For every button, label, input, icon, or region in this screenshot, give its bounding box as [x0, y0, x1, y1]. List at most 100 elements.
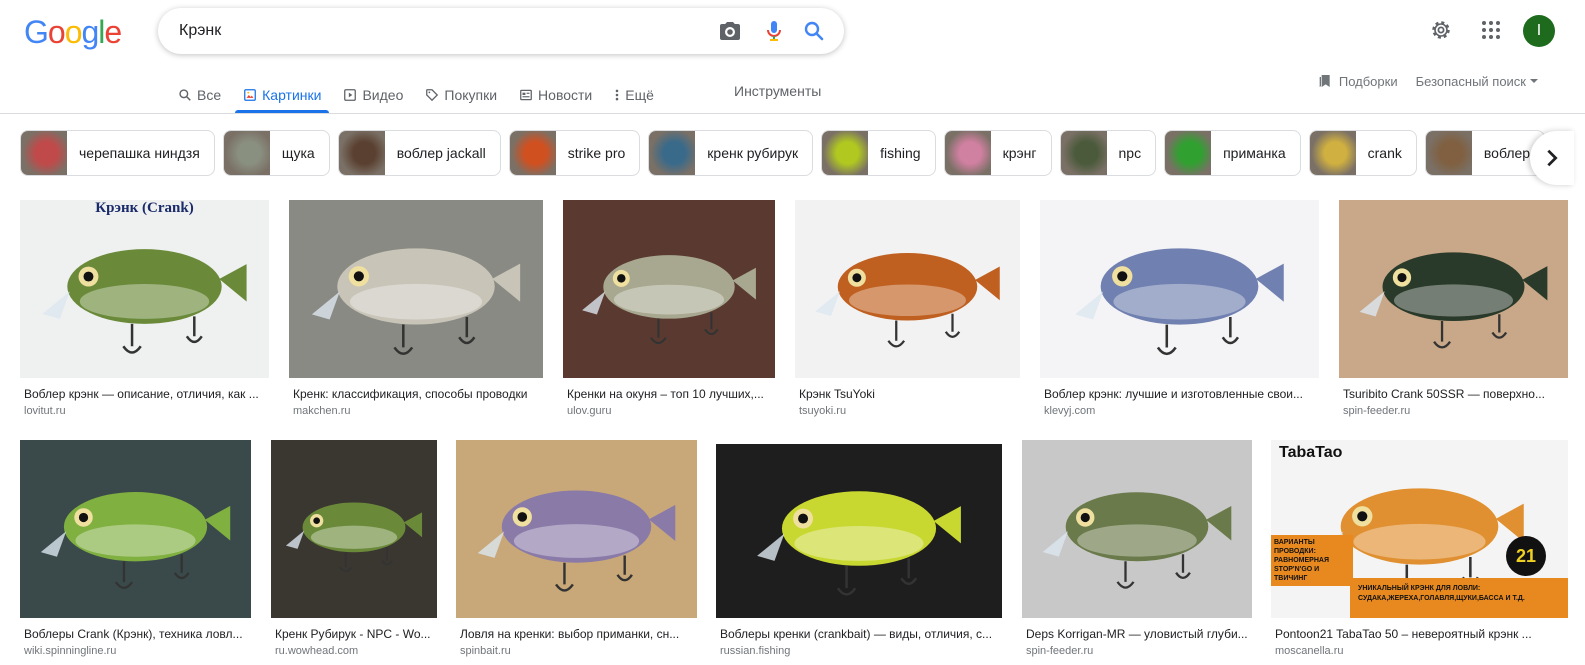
gear-icon[interactable]	[1429, 18, 1453, 42]
related-chip[interactable]: щука	[222, 130, 330, 176]
image-result[interactable]: Кренки на окуня – топ 10 лучших,... ulov.…	[563, 200, 775, 418]
chip-thumbnail	[1309, 131, 1356, 175]
camera-icon[interactable]	[718, 19, 742, 43]
image-result[interactable]: Кренк: классификация, способы проводки ma…	[289, 200, 543, 418]
image-result[interactable]: Кренк Рубирук - NPC - Wo... ru.wowhead.co…	[271, 440, 437, 658]
result-caption[interactable]: Deps Korrigan-MR — уловистый глуби...	[1026, 626, 1252, 642]
play-icon	[344, 89, 357, 101]
result-source: moscanella.ru	[1275, 645, 1344, 657]
result-source: ru.wowhead.com	[275, 645, 359, 657]
tab-label: Покупки	[444, 87, 498, 103]
tab-video[interactable]: Видео	[343, 78, 403, 112]
image-result[interactable]: Крэнк (Crank) Воблер крэнк — описание, от…	[20, 200, 269, 418]
image-result[interactable]: Воблеры кренки (crankbait) — виды, отлич…	[716, 444, 1002, 658]
microphone-icon[interactable]	[762, 19, 786, 43]
apps-grid-icon[interactable]	[1479, 18, 1503, 42]
result-caption[interactable]: Кренки на окуня – топ 10 лучших,...	[567, 386, 775, 402]
result-thumbnail[interactable]	[289, 200, 543, 378]
google-logo[interactable]: Google	[24, 14, 122, 51]
related-chip[interactable]: npc	[1059, 130, 1157, 176]
image-result[interactable]: Tsuribito Crank 50SSR — поверхно... spin-…	[1339, 200, 1568, 418]
more-vert-icon	[615, 89, 619, 101]
related-chip[interactable]: crank	[1308, 130, 1417, 176]
tab-news[interactable]: Новости	[519, 78, 592, 112]
collections-link[interactable]: Подборки	[1317, 73, 1398, 89]
result-thumbnail[interactable]	[716, 444, 1002, 618]
result-source: makchen.ru	[293, 405, 351, 417]
image-result[interactable]: Воблер крэнк: лучшие и изготовленные сво…	[1040, 200, 1319, 418]
result-caption[interactable]: Кренк Рубирук - NPC - Wo...	[275, 626, 437, 642]
related-chip[interactable]: воблер jackall	[337, 130, 501, 176]
related-chip[interactable]: воблер	[1424, 130, 1546, 176]
lure-image	[477, 490, 676, 592]
logo-letter: g	[81, 14, 99, 50]
result-caption[interactable]: Крэнк TsuYoki	[799, 386, 1020, 402]
tools-button[interactable]: Инструменты	[734, 83, 821, 99]
result-caption[interactable]: Ловля на кренки: выбор приманки, сн...	[460, 626, 697, 642]
image-overlay-title: Крэнк (Crank)	[95, 200, 194, 216]
chip-thumbnail	[509, 131, 556, 175]
search-input[interactable]	[179, 8, 699, 54]
related-chip[interactable]: крэнг	[943, 130, 1052, 176]
tab-more[interactable]: Ещё	[614, 78, 654, 112]
chip-label: strike pro	[567, 145, 626, 161]
tab-label: Картинки	[262, 87, 322, 103]
result-source: klevyj.com	[1044, 405, 1096, 417]
result-source: spin-feeder.ru	[1026, 645, 1094, 657]
lure-image	[1042, 492, 1232, 589]
chip-thumbnail	[822, 131, 869, 175]
lure-image	[311, 248, 521, 356]
image-result[interactable]: Ловля на кренки: выбор приманки, сн... sp…	[456, 440, 697, 658]
search-icon[interactable]	[802, 19, 826, 43]
chip-label: черепашка ниндзя	[79, 145, 200, 161]
result-source: russian.fishing	[720, 645, 791, 657]
result-caption[interactable]: Воблеры Crank (Крэнк), техника ловл...	[24, 626, 251, 642]
related-chip[interactable]: приманка	[1164, 130, 1301, 176]
right-links: Подборки Безопасный поиск	[1317, 73, 1539, 89]
chip-label: fishing	[880, 145, 921, 161]
image-result[interactable]: Deps Korrigan-MR — уловистый глуби... spi…	[1022, 440, 1252, 658]
lure-image	[40, 492, 231, 590]
result-source: lovitut.ru	[24, 405, 66, 417]
chip-thumbnail	[944, 131, 991, 175]
lure-image	[815, 253, 1000, 348]
result-caption[interactable]: Tsuribito Crank 50SSR — поверхно...	[1343, 386, 1568, 402]
result-caption[interactable]: Воблеры кренки (crankbait) — виды, отлич…	[720, 626, 1002, 642]
image-result[interactable]: Крэнк TsuYoki tsuyoki.ru	[795, 200, 1020, 418]
tab-all[interactable]: Все	[178, 78, 221, 112]
tab-shopping[interactable]: Покупки	[425, 78, 497, 112]
result-caption[interactable]: Pontoon21 TabaTao 50 – невероятный крэнк…	[1275, 626, 1568, 642]
chip-label: воблер jackall	[396, 145, 486, 161]
logo-letter: e	[104, 14, 122, 50]
result-thumbnail[interactable]	[1022, 440, 1252, 618]
safesearch-dropdown[interactable]: Безопасный поиск	[1416, 74, 1539, 89]
result-thumbnail[interactable]	[271, 440, 437, 618]
result-caption[interactable]: Воблер крэнк: лучшие и изготовленные сво…	[1044, 386, 1319, 402]
logo-letter: G	[24, 14, 49, 50]
image-result[interactable]: Воблеры Crank (Крэнк), техника ловл... wi…	[20, 440, 251, 658]
bookmark-icon	[1319, 75, 1330, 87]
tag-icon	[426, 89, 439, 102]
result-source: wiki.spinningline.ru	[24, 645, 117, 657]
result-thumbnail[interactable]	[1339, 200, 1568, 378]
result-source: ulov.guru	[567, 405, 612, 417]
header-divider	[0, 113, 1585, 114]
result-thumbnail[interactable]: TabaTao ВАРИАНТЫ ПРОВОДКИ: РАВНОМЕРНАЯ ST…	[1271, 440, 1568, 618]
image-result[interactable]: TabaTao ВАРИАНТЫ ПРОВОДКИ: РАВНОМЕРНАЯ ST…	[1271, 440, 1568, 658]
result-thumbnail[interactable]: Крэнк (Crank)	[20, 200, 269, 378]
result-thumbnail[interactable]	[563, 200, 775, 378]
related-chip[interactable]: fishing	[821, 130, 936, 176]
result-caption[interactable]: Кренк: классификация, способы проводки	[293, 386, 543, 402]
result-thumbnail[interactable]	[456, 440, 697, 618]
related-chip[interactable]: strike pro	[508, 130, 641, 176]
result-caption[interactable]: Воблер крэнк — описание, отличия, как ..…	[24, 386, 269, 402]
related-chip[interactable]: кренк рубирук	[648, 130, 814, 176]
result-thumbnail[interactable]	[795, 200, 1020, 378]
result-thumbnail[interactable]	[1040, 200, 1319, 378]
tab-images[interactable]: Картинки	[235, 78, 330, 113]
related-chip[interactable]: черепашка ниндзя	[20, 130, 215, 176]
result-thumbnail[interactable]	[20, 440, 251, 618]
chip-thumbnail	[1060, 131, 1107, 175]
avatar[interactable]: I	[1523, 15, 1555, 47]
tab-label: Ещё	[625, 87, 654, 103]
